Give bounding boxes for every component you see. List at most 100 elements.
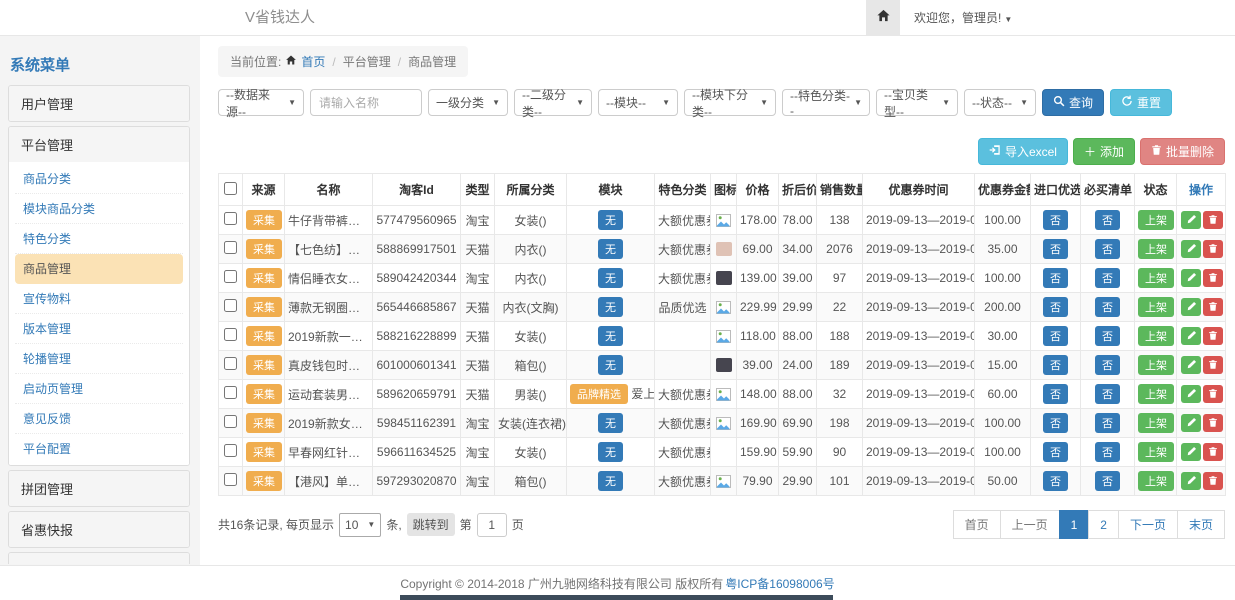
delete-button[interactable] — [1203, 240, 1223, 258]
import-select-toggle[interactable]: 否 — [1043, 471, 1068, 491]
must-buy-toggle[interactable]: 否 — [1095, 210, 1120, 230]
edit-button[interactable] — [1181, 327, 1201, 345]
sidebar-item-feature-category[interactable]: 特色分类 — [15, 224, 183, 254]
sidebar-item-promo-material[interactable]: 宣传物料 — [15, 284, 183, 314]
level2-category-select[interactable]: --二级分类--▼ — [514, 89, 592, 116]
page-prev[interactable]: 上一页 — [1000, 510, 1060, 539]
select-all-checkbox[interactable] — [224, 182, 237, 195]
module-sub-select[interactable]: --模块下分类--▼ — [684, 89, 776, 116]
level1-category-select[interactable]: 一级分类▼ — [428, 89, 508, 116]
sidebar-item-feedback[interactable]: 意见反馈 — [15, 404, 183, 434]
module-select[interactable]: --模块--▼ — [598, 89, 678, 116]
status-select[interactable]: --状态--▼ — [964, 89, 1036, 116]
import-excel-button[interactable]: 导入excel — [978, 138, 1068, 165]
status-button[interactable]: 上架 — [1138, 239, 1174, 259]
sidebar-group-header-user[interactable]: 用户管理 — [9, 86, 189, 121]
delete-button[interactable] — [1203, 414, 1223, 432]
sidebar-group-header-saving-news[interactable]: 省惠快报 — [9, 512, 189, 547]
edit-button[interactable] — [1181, 472, 1201, 490]
must-buy-toggle[interactable]: 否 — [1095, 384, 1120, 404]
status-button[interactable]: 上架 — [1138, 210, 1174, 230]
sidebar-group-header-group-buy[interactable]: 拼团管理 — [9, 471, 189, 506]
sidebar-item-carousel[interactable]: 轮播管理 — [15, 344, 183, 374]
home-button[interactable] — [866, 0, 900, 35]
delete-button[interactable] — [1203, 211, 1223, 229]
row-checkbox[interactable] — [224, 415, 237, 428]
feature-category-select[interactable]: --特色分类--▼ — [782, 89, 870, 116]
delete-button[interactable] — [1203, 269, 1223, 287]
sidebar-item-splash-page[interactable]: 启动页管理 — [15, 374, 183, 404]
delete-button[interactable] — [1203, 472, 1223, 490]
import-select-toggle[interactable]: 否 — [1043, 268, 1068, 288]
item-type-select[interactable]: --宝贝类型--▼ — [876, 89, 958, 116]
status-button[interactable]: 上架 — [1138, 442, 1174, 462]
must-buy-toggle[interactable]: 否 — [1095, 297, 1120, 317]
import-select-toggle[interactable]: 否 — [1043, 297, 1068, 317]
status-button[interactable]: 上架 — [1138, 268, 1174, 288]
row-checkbox[interactable] — [224, 241, 237, 254]
delete-button[interactable] — [1203, 385, 1223, 403]
status-button[interactable]: 上架 — [1138, 471, 1174, 491]
data-source-select[interactable]: --数据来源--▼ — [218, 89, 304, 116]
edit-button[interactable] — [1181, 240, 1201, 258]
page-next[interactable]: 下一页 — [1118, 510, 1178, 539]
row-checkbox[interactable] — [224, 473, 237, 486]
page-last[interactable]: 末页 — [1177, 510, 1225, 539]
status-button[interactable]: 上架 — [1138, 384, 1174, 404]
delete-button[interactable] — [1203, 356, 1223, 374]
status-button[interactable]: 上架 — [1138, 297, 1174, 317]
row-checkbox[interactable] — [224, 328, 237, 341]
sidebar-group-header-platform[interactable]: 平台管理 — [9, 127, 189, 162]
delete-button[interactable] — [1203, 298, 1223, 316]
import-select-toggle[interactable]: 否 — [1043, 355, 1068, 375]
must-buy-toggle[interactable]: 否 — [1095, 471, 1120, 491]
search-button[interactable]: 查询 — [1042, 89, 1104, 116]
sidebar-group-header-message[interactable]: 消息管理 — [9, 553, 189, 564]
edit-button[interactable] — [1181, 385, 1201, 403]
sidebar-item-goods-category[interactable]: 商品分类 — [15, 164, 183, 194]
status-button[interactable]: 上架 — [1138, 326, 1174, 346]
reset-button[interactable]: 重置 — [1110, 89, 1172, 116]
row-checkbox[interactable] — [224, 444, 237, 457]
page-first[interactable]: 首页 — [953, 510, 1001, 539]
import-select-toggle[interactable]: 否 — [1043, 442, 1068, 462]
must-buy-toggle[interactable]: 否 — [1095, 355, 1120, 375]
sidebar-item-platform-config[interactable]: 平台配置 — [15, 434, 183, 463]
edit-button[interactable] — [1181, 443, 1201, 461]
breadcrumb-home-link[interactable]: 首页 — [301, 53, 325, 70]
edit-button[interactable] — [1181, 356, 1201, 374]
row-checkbox[interactable] — [224, 212, 237, 225]
row-checkbox[interactable] — [224, 357, 237, 370]
must-buy-toggle[interactable]: 否 — [1095, 442, 1120, 462]
must-buy-toggle[interactable]: 否 — [1095, 326, 1120, 346]
status-button[interactable]: 上架 — [1138, 355, 1174, 375]
import-select-toggle[interactable]: 否 — [1043, 384, 1068, 404]
page-1[interactable]: 1 — [1059, 510, 1090, 539]
sidebar-item-module-goods-category[interactable]: 模块商品分类 — [15, 194, 183, 224]
row-checkbox[interactable] — [224, 386, 237, 399]
icp-link[interactable]: 粤ICP备16098006号 — [725, 575, 834, 592]
user-menu[interactable]: 欢迎您，管理员!▼ — [900, 9, 1026, 26]
sidebar-item-version[interactable]: 版本管理 — [15, 314, 183, 344]
delete-button[interactable] — [1203, 443, 1223, 461]
jump-page-input[interactable] — [477, 513, 507, 537]
import-select-toggle[interactable]: 否 — [1043, 210, 1068, 230]
row-checkbox[interactable] — [224, 299, 237, 312]
edit-button[interactable] — [1181, 298, 1201, 316]
import-select-toggle[interactable]: 否 — [1043, 413, 1068, 433]
sidebar-item-goods-management[interactable]: 商品管理 — [15, 254, 183, 284]
edit-button[interactable] — [1181, 269, 1201, 287]
import-select-toggle[interactable]: 否 — [1043, 239, 1068, 259]
name-input[interactable] — [310, 89, 422, 116]
page-2[interactable]: 2 — [1088, 510, 1119, 539]
must-buy-toggle[interactable]: 否 — [1095, 268, 1120, 288]
status-button[interactable]: 上架 — [1138, 413, 1174, 433]
must-buy-toggle[interactable]: 否 — [1095, 413, 1120, 433]
add-button[interactable]: ＋ 添加 — [1073, 138, 1135, 165]
edit-button[interactable] — [1181, 211, 1201, 229]
delete-button[interactable] — [1203, 327, 1223, 345]
jump-button[interactable]: 跳转到 — [407, 513, 455, 536]
must-buy-toggle[interactable]: 否 — [1095, 239, 1120, 259]
import-select-toggle[interactable]: 否 — [1043, 326, 1068, 346]
row-checkbox[interactable] — [224, 270, 237, 283]
